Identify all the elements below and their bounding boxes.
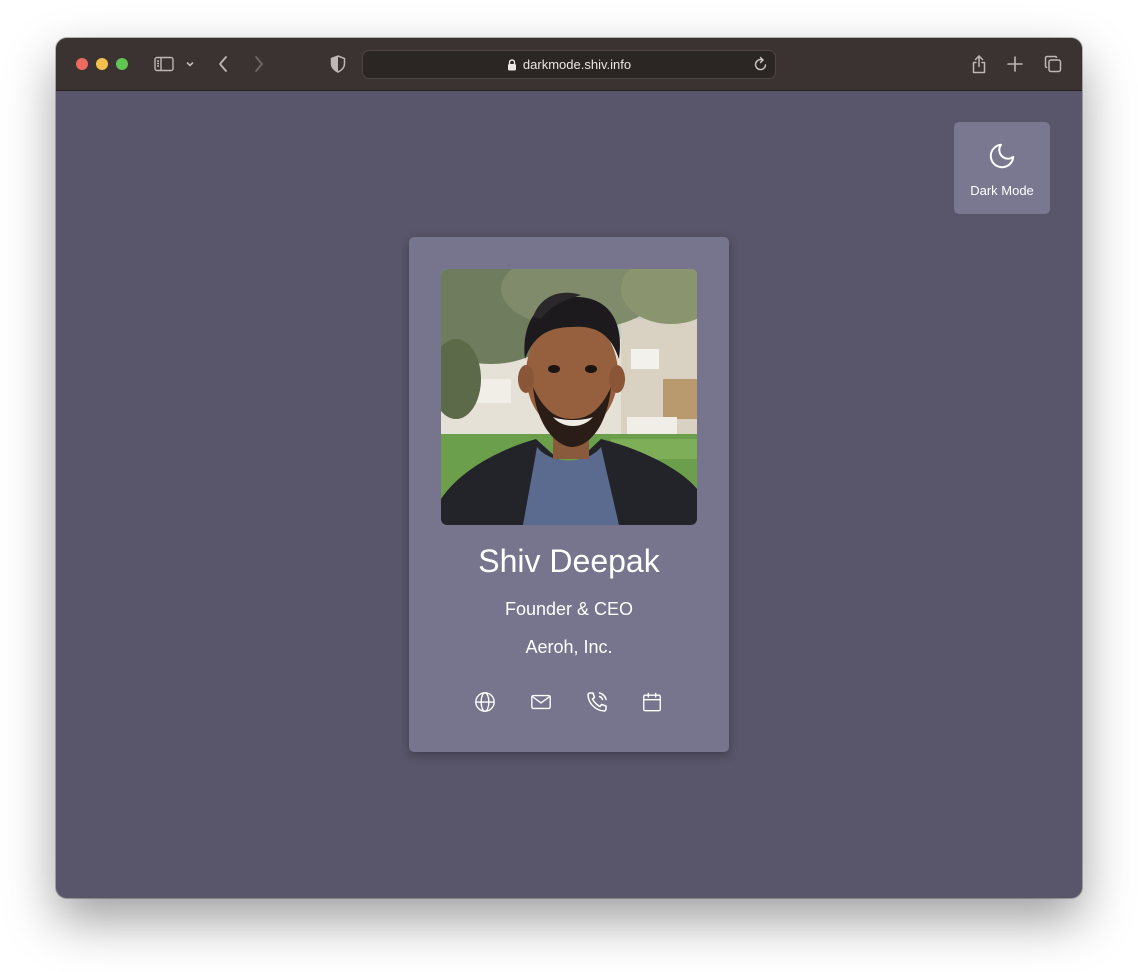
- minimize-window-button[interactable]: [96, 58, 108, 70]
- profile-name: Shiv Deepak: [478, 543, 660, 579]
- profile-card: Shiv Deepak Founder & CEO Aeroh, Inc.: [409, 237, 729, 752]
- browser-window: darkmode.shiv.info Dark Mode Shiv Deepak…: [56, 38, 1082, 898]
- forward-arrow-icon[interactable]: [250, 52, 268, 76]
- new-tab-plus-icon[interactable]: [1004, 52, 1026, 76]
- maximize-window-button[interactable]: [116, 58, 128, 70]
- url-text: darkmode.shiv.info: [522, 57, 632, 72]
- back-arrow-icon[interactable]: [214, 52, 232, 76]
- sidebar-toggle-icon[interactable]: [152, 52, 176, 76]
- lock-icon: [507, 58, 517, 71]
- calendar-icon[interactable]: [640, 690, 664, 714]
- browser-toolbar: darkmode.shiv.info: [56, 38, 1082, 91]
- chevron-down-icon[interactable]: [183, 52, 197, 76]
- dark-mode-toggle[interactable]: Dark Mode: [954, 122, 1050, 214]
- tab-overview-icon[interactable]: [1042, 52, 1064, 76]
- dark-mode-label: Dark Mode: [970, 182, 1034, 198]
- page-content: Dark Mode Shiv Deepak Founder & CEO Aero…: [56, 91, 1082, 898]
- moon-icon: [987, 141, 1017, 171]
- profile-photo: [441, 269, 697, 525]
- close-window-button[interactable]: [76, 58, 88, 70]
- phone-icon[interactable]: [585, 690, 609, 714]
- profile-role: Founder & CEO: [504, 599, 634, 619]
- mail-icon[interactable]: [529, 690, 553, 714]
- globe-icon[interactable]: [473, 690, 497, 714]
- share-icon[interactable]: [968, 52, 990, 76]
- profile-company: Aeroh, Inc.: [525, 637, 613, 657]
- reload-icon[interactable]: [754, 56, 768, 72]
- contact-links: [409, 690, 729, 714]
- address-bar[interactable]: darkmode.shiv.info: [362, 50, 776, 79]
- privacy-shield-icon[interactable]: [328, 52, 348, 76]
